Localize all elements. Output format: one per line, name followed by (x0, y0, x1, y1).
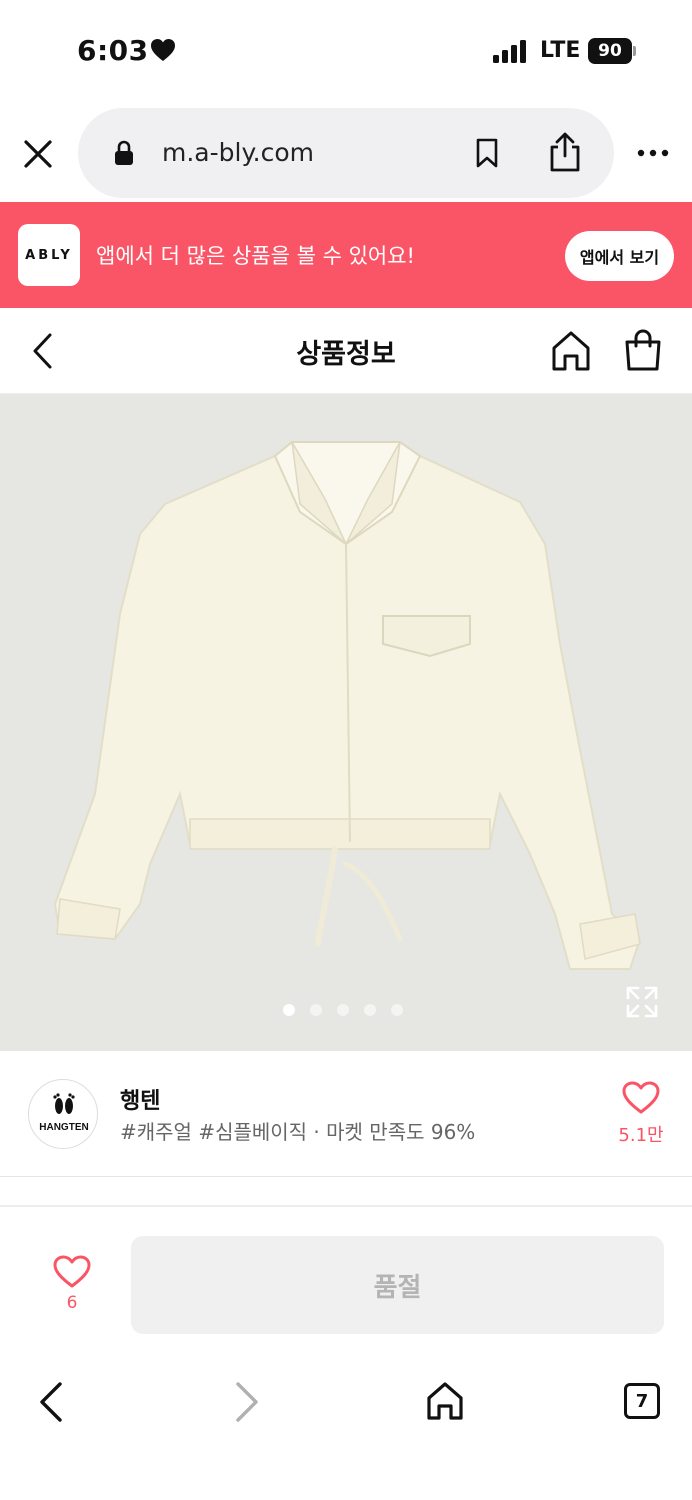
browser-toolbar: m.a-bly.com (0, 100, 692, 204)
battery-icon: 90 (588, 38, 636, 64)
close-icon[interactable] (22, 138, 54, 170)
home-icon[interactable] (551, 330, 591, 372)
heart-icon (622, 1081, 660, 1114)
carousel-indicator (283, 1004, 403, 1016)
carousel-dot-active[interactable] (283, 1004, 295, 1016)
browser-back-icon[interactable] (36, 1381, 66, 1423)
hangten-logo: HANGTEN (39, 1093, 89, 1133)
svg-text:HANGTEN: HANGTEN (39, 1122, 88, 1133)
browser-home-icon[interactable] (426, 1381, 464, 1421)
carousel-dot[interactable] (391, 1004, 403, 1016)
url-text: m.a-bly.com (162, 138, 315, 167)
shop-name: 행텐 (120, 1089, 161, 1114)
purchase-bar: 6 품절 (0, 1207, 692, 1357)
signal-icon (493, 40, 526, 63)
bookmark-icon[interactable] (476, 138, 498, 168)
product-photo (53, 441, 642, 970)
carousel-dot[interactable] (364, 1004, 376, 1016)
sold-out-button[interactable]: 품절 (131, 1236, 664, 1334)
battery-level: 90 (588, 38, 632, 64)
product-image-carousel[interactable] (0, 394, 692, 1051)
network-type: LTE (540, 38, 581, 63)
wishlist-count: 6 (66, 1293, 78, 1313)
carousel-dot[interactable] (337, 1004, 349, 1016)
shop-info[interactable]: HANGTEN 행텐 #캐주얼 #심플베이직 · 마켓 만족도 96% 5.1만 (0, 1051, 692, 1177)
browser-bottom-nav: 7 (0, 1357, 692, 1500)
app-install-banner: ABLY 앱에서 더 많은 상품을 볼 수 있어요! 앱에서 보기 (0, 202, 692, 308)
banner-message: 앱에서 더 많은 상품을 볼 수 있어요! (96, 244, 415, 268)
more-options-icon[interactable] (636, 142, 670, 164)
browser-forward-icon[interactable] (232, 1381, 262, 1423)
shop-like-count: 5.1만 (618, 1125, 664, 1146)
shop-like-button[interactable]: 5.1만 (618, 1081, 664, 1151)
page-header: 상품정보 (0, 308, 692, 394)
carousel-dot[interactable] (310, 1004, 322, 1016)
wishlist-button[interactable]: 6 (50, 1255, 94, 1325)
expand-icon[interactable] (626, 986, 658, 1018)
address-bar[interactable]: m.a-bly.com (78, 108, 614, 198)
lock-icon (115, 140, 133, 165)
share-icon[interactable] (548, 132, 582, 172)
tabs-count-button[interactable]: 7 (624, 1383, 660, 1419)
status-time: 6:03 (77, 34, 149, 67)
shopping-bag-icon[interactable] (624, 328, 662, 372)
shop-avatar[interactable]: HANGTEN (28, 1079, 98, 1149)
status-bar: 6:03 LTE 90 (0, 0, 692, 100)
heart-icon (53, 1255, 91, 1288)
shop-tags: #캐주얼 #심플베이직 · 마켓 만족도 96% (120, 1120, 476, 1144)
ably-logo: ABLY (18, 224, 80, 286)
open-in-app-button[interactable]: 앱에서 보기 (565, 231, 674, 281)
heart-status-icon (151, 39, 175, 61)
